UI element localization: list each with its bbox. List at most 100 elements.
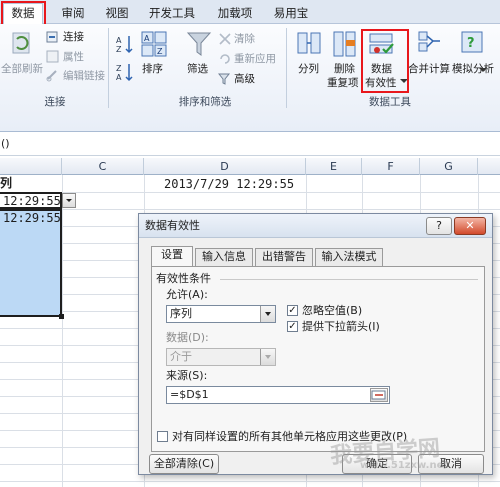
data-select[interactable]: 介于 [166,348,276,366]
connections-icon [46,31,58,43]
sort-az-icon[interactable]: AZ [116,34,136,54]
column-header-f[interactable]: F [362,158,420,175]
clear-all-button[interactable]: 全部清除(C) [149,454,219,474]
connections-button[interactable]: 连接 [63,30,84,44]
allow-label: 允许(A): [166,288,208,301]
column-header-row: C D E F G [0,158,500,175]
section-divider [220,279,478,280]
refresh-all-label[interactable]: 全部刷新 [1,62,43,76]
reapply-button[interactable]: 重新应用 [234,52,276,66]
tab-addins[interactable]: 加载项 [212,4,258,22]
what-if-analysis-icon[interactable]: ? [460,30,484,54]
text-to-columns-icon[interactable] [296,30,322,58]
svg-text:Z: Z [116,64,122,73]
ignore-blank-label[interactable]: 忽略空值(B) [302,304,362,318]
allow-select[interactable]: 序列 [166,305,276,323]
sort-za-icon[interactable]: ZA [116,62,136,82]
apply-all-checkbox[interactable] [157,431,168,442]
chevron-down-icon [66,199,72,202]
grid-line [0,481,500,482]
svg-text:Z: Z [116,45,122,54]
group-divider [286,28,287,108]
consolidate-icon[interactable] [418,30,442,54]
reapply-icon [220,54,230,64]
tab-developer[interactable]: 开发工具 [143,4,201,22]
range-picker-icon [371,390,386,400]
remove-duplicates-label-2[interactable]: 重复项 [327,76,359,90]
cell-b-header-partial[interactable]: 列 [0,175,12,192]
column-header-g[interactable]: G [420,158,478,175]
edit-links-button[interactable]: 编辑链接 [63,69,105,83]
tab-view[interactable]: 视图 [100,4,134,22]
close-button[interactable]: ✕ [454,217,486,235]
filter-funnel-icon[interactable] [186,30,212,58]
formula-bar[interactable]: () [0,132,500,156]
source-input[interactable]: =$D$1 [166,386,390,404]
dialog-title-bar[interactable]: 数据有效性 ? ✕ [139,214,492,238]
svg-text:?: ? [467,36,475,51]
tab-ime-mode[interactable]: 输入法模式 [315,248,383,266]
chevron-down-icon[interactable] [260,306,275,322]
data-validation-dialog: 数据有效性 ? ✕ 设置 输入信息 出错警告 输入法模式 有效性条件 允许(A)… [138,213,493,475]
remove-duplicates-icon[interactable] [332,30,358,58]
text-to-columns-button[interactable]: 分列 [298,62,319,76]
edit-links-icon [46,70,57,82]
tab-settings[interactable]: 设置 [151,246,193,267]
svg-text:Z: Z [157,47,163,56]
clear-filter-button[interactable]: 清除 [234,32,255,46]
refresh-all-icon[interactable] [10,30,34,58]
column-header-e[interactable]: E [306,158,362,175]
data-tools-group-label: 数据工具 [369,96,411,108]
svg-text:A: A [144,34,150,43]
sort-dialog-icon[interactable]: AZ [140,30,168,58]
data-label: 数据(D): [166,331,209,344]
consolidate-button[interactable]: 合并计算 [408,62,450,76]
watermark-url: www.51zxw.net [360,460,449,471]
close-icon: ✕ [465,219,475,232]
what-if-analysis-button[interactable]: 模拟分析 [452,62,494,76]
range-picker-button[interactable] [370,388,388,402]
source-label: 来源(S): [166,369,208,382]
sort-button[interactable]: 排序 [142,62,163,76]
column-header-c[interactable]: C [62,158,144,175]
fill-handle[interactable] [59,314,64,319]
filter-button[interactable]: 筛选 [187,62,208,76]
in-cell-dropdown-label[interactable]: 提供下拉箭头(I) [302,320,380,334]
tab-easy-tools[interactable]: 易用宝 [268,4,314,22]
validation-criteria-label: 有效性条件 [156,272,211,285]
tab-review[interactable]: 审阅 [56,4,90,22]
connections-group-label: 连接 [44,96,66,108]
remove-duplicates-label-1[interactable]: 删除 [334,62,355,76]
column-header-b[interactable] [0,158,62,175]
tab-error-alert[interactable]: 出错警告 [255,248,313,266]
formula-bar-text[interactable]: () [1,137,10,151]
cell-dropdown-button[interactable] [62,193,76,208]
ignore-blank-checkbox[interactable]: ✓ [287,305,298,316]
tab-input-message[interactable]: 输入信息 [195,248,253,266]
properties-icon [46,50,59,63]
settings-tab-panel: 有效性条件 允许(A): 序列 ✓ 忽略空值(B) ✓ 提供下拉箭头(I) 数据… [151,266,485,452]
advanced-filter-button[interactable]: 高级 [234,72,255,86]
in-cell-dropdown-checkbox[interactable]: ✓ [287,321,298,332]
data-select-value: 介于 [170,350,192,363]
ribbon: 全部刷新 连接 属性 编辑链接 连接 AZ ZA AZ 排序 筛选 清除 重新应… [0,24,500,132]
chevron-down-icon[interactable] [479,68,487,74]
help-button[interactable]: ? [426,217,452,235]
sort-filter-group-label: 排序和筛选 [178,96,232,108]
column-header-d[interactable]: D [144,158,306,175]
grid-line [0,209,500,210]
grid-line [62,175,63,487]
dialog-title: 数据有效性 [145,219,200,232]
chevron-down-icon[interactable] [260,349,275,365]
source-input-value: =$D$1 [170,388,209,401]
allow-select-value: 序列 [170,307,192,320]
highlight-box-data-validation [361,29,409,93]
advanced-filter-icon [218,73,231,85]
properties-button[interactable]: 属性 [63,50,84,64]
cell-b2[interactable]: 12:29:55 [3,193,61,210]
ribbon-tab-bar: 数据 审阅 视图 开发工具 加载项 易用宝 [0,0,500,24]
svg-text:A: A [116,73,122,82]
cell-d1[interactable]: 2013/7/29 12:29:55 [164,176,294,193]
cell-b3[interactable]: 12:29:55 [3,210,61,227]
svg-text:A: A [116,36,122,45]
